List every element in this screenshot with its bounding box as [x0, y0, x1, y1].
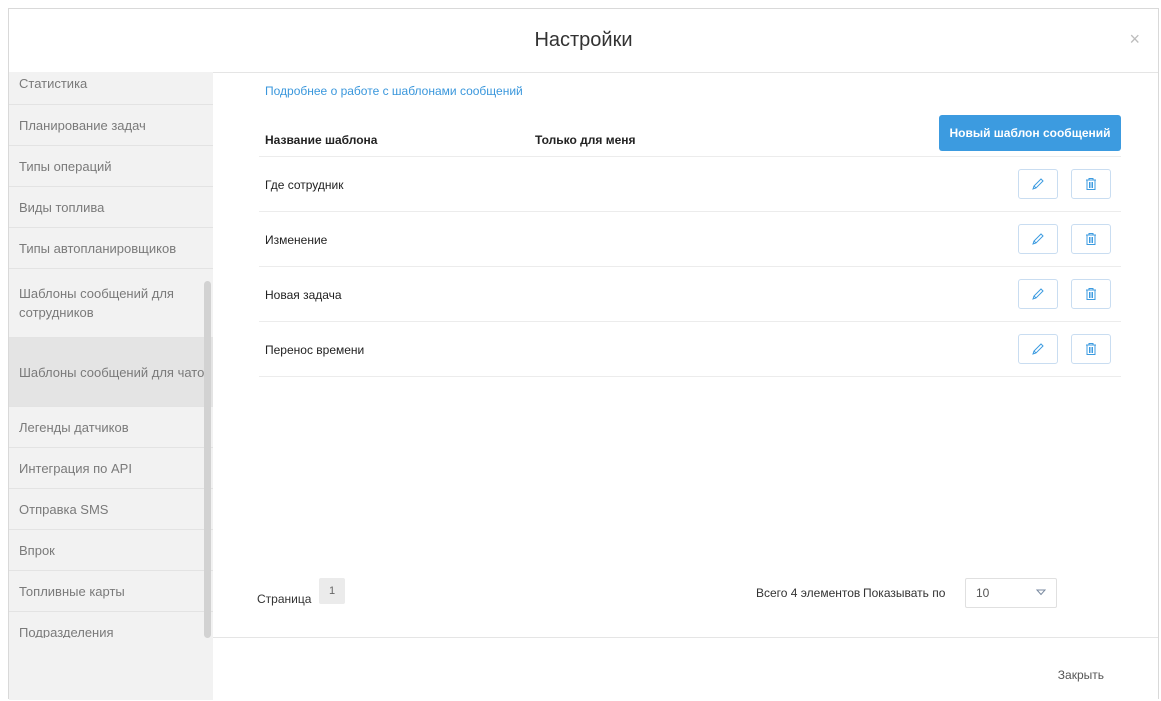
settings-modal: Настройки × Статистика Планирование зада… [8, 8, 1159, 701]
sidebar-item-autoplanner-types[interactable]: Типы автопланировщиков [9, 228, 213, 269]
new-template-button[interactable]: Новый шаблон сообщений [939, 115, 1121, 151]
close-button[interactable]: Закрыть [1058, 668, 1104, 682]
template-name: Где сотрудник [265, 178, 344, 192]
sidebar-item-sms[interactable]: Отправка SMS [9, 489, 213, 530]
sidebar-item-fuel-types[interactable]: Виды топлива [9, 187, 213, 228]
page-label: Страница [257, 592, 312, 606]
edit-button[interactable] [1018, 334, 1058, 364]
pencil-icon [1032, 288, 1044, 300]
pencil-icon [1032, 178, 1044, 190]
close-icon[interactable]: × [1129, 29, 1140, 49]
sidebar-scrollbar[interactable] [204, 281, 211, 638]
modal-header: Настройки × [9, 9, 1158, 73]
modal-title: Настройки [534, 29, 633, 51]
sidebar-item-departments[interactable]: Подразделения [9, 612, 213, 639]
sidebar-item-label: Статистика [19, 76, 88, 91]
delete-button[interactable] [1071, 334, 1111, 364]
delete-button[interactable] [1071, 279, 1111, 309]
sidebar-item-label: Впрок [19, 542, 55, 558]
template-name: Перенос времени [265, 343, 365, 357]
page-number-button[interactable]: 1 [319, 578, 345, 604]
trash-icon [1086, 343, 1096, 355]
sidebar-item-api-integration[interactable]: Интеграция по API [9, 448, 213, 489]
table-row: Перенос времени [259, 322, 1121, 377]
templates-table: Где сотрудник Изменение Новая задача Пер… [259, 157, 1121, 377]
trash-icon [1086, 288, 1096, 300]
help-link[interactable]: Подробнее о работе с шаблонами сообщений [265, 84, 523, 98]
settings-sidebar: Статистика Планирование задач Типы опера… [9, 72, 213, 638]
sidebar-item-employee-templates[interactable]: Шаблоны сообщений для сотрудников [9, 269, 213, 338]
pencil-icon [1032, 343, 1044, 355]
total-count: Всего 4 элементов [756, 586, 861, 600]
trash-icon [1086, 233, 1096, 245]
sidebar-item-statistics[interactable]: Статистика [9, 72, 213, 105]
sidebar-item-label: Топливные карты [19, 583, 125, 599]
column-header-only-me: Только для меня [535, 133, 636, 147]
table-row: Где сотрудник [259, 157, 1121, 212]
template-name: Изменение [265, 233, 328, 247]
page-size-label: Показывать по [863, 586, 946, 600]
sidebar-item-label: Отправка SMS [19, 501, 109, 517]
pencil-icon [1032, 233, 1044, 245]
delete-button[interactable] [1071, 224, 1111, 254]
sidebar-item-label: Типы автопланировщиков [19, 240, 177, 256]
chevron-down-icon [1036, 589, 1046, 596]
sidebar-item-label: Планирование задач [19, 117, 146, 133]
modal-footer: Закрыть [213, 637, 1158, 701]
template-name: Новая задача [265, 288, 342, 302]
delete-button[interactable] [1071, 169, 1111, 199]
sidebar-item-fuel-cards[interactable]: Топливные карты [9, 571, 213, 612]
sidebar-item-label: Легенды датчиков [19, 419, 129, 435]
column-header-name: Название шаблона [265, 133, 378, 147]
sidebar-item-chat-templates[interactable]: Шаблоны сообщений для чатов [9, 338, 213, 407]
table-row: Изменение [259, 212, 1121, 267]
sidebar-item-sensor-legends[interactable]: Легенды датчиков [9, 407, 213, 448]
sidebar-item-label: Виды топлива [19, 199, 105, 215]
sidebar-item-label: Типы операций [19, 158, 112, 174]
sidebar-item-label: Шаблоны сообщений для чатов [19, 364, 212, 380]
table-row: Новая задача [259, 267, 1121, 322]
page-size-value: 10 [976, 586, 990, 600]
edit-button[interactable] [1018, 224, 1058, 254]
sidebar-item-task-planning[interactable]: Планирование задач [9, 105, 213, 146]
edit-button[interactable] [1018, 169, 1058, 199]
sidebar-bottom [9, 638, 213, 700]
page-size-select[interactable]: 10 [965, 578, 1057, 608]
templates-panel: Подробнее о работе с шаблонами сообщений… [213, 72, 1158, 638]
table-header: Название шаблона Только для меня Новый ш… [259, 112, 1121, 157]
edit-button[interactable] [1018, 279, 1058, 309]
trash-icon [1086, 178, 1096, 190]
sidebar-item-label: Шаблоны сообщений для сотрудников [19, 286, 174, 320]
sidebar-item-label: Интеграция по API [19, 460, 132, 476]
sidebar-item-operation-types[interactable]: Типы операций [9, 146, 213, 187]
sidebar-item-vprok[interactable]: Впрок [9, 530, 213, 571]
sidebar-item-label: Подразделения [19, 624, 114, 639]
